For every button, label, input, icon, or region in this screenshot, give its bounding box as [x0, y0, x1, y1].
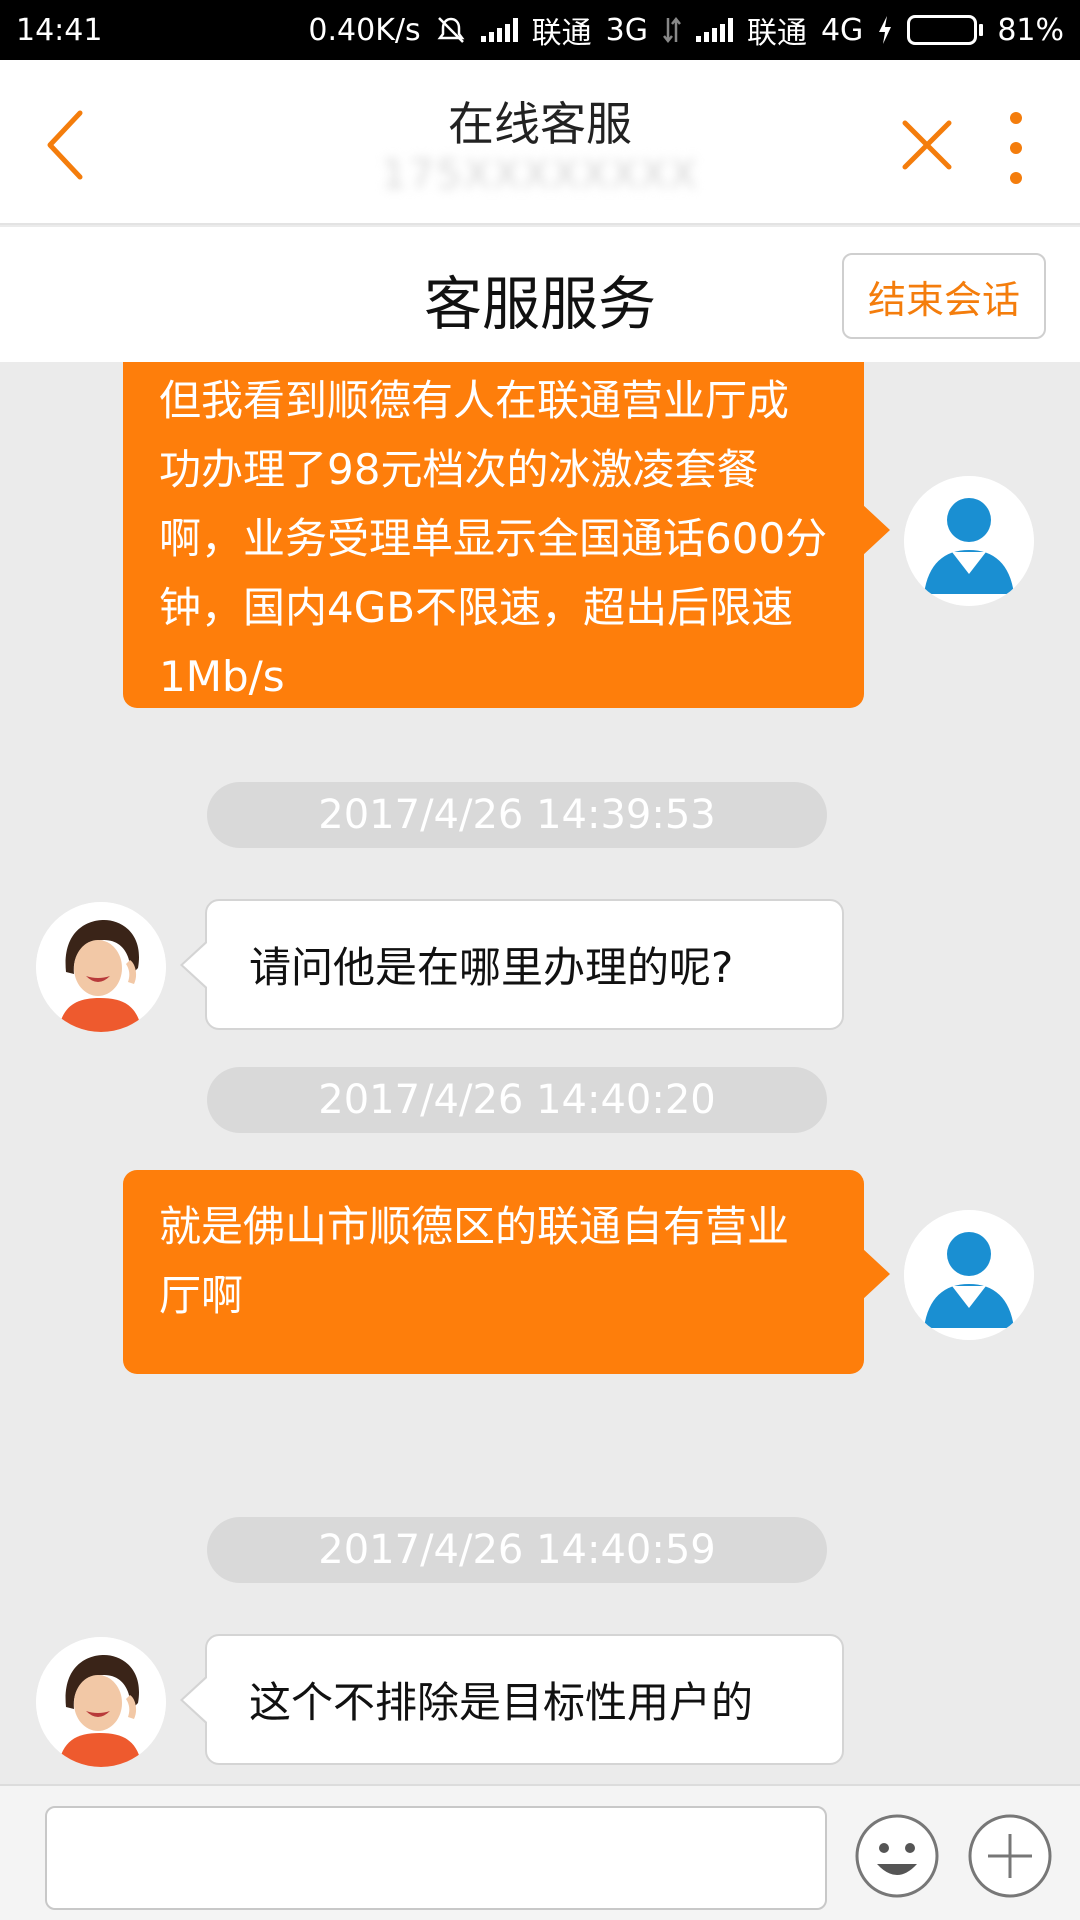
- network-type-2: 4G: [820, 12, 864, 48]
- user-avatar-icon: [904, 476, 1034, 606]
- user-message-bubble: 就是佛山市顺德区的联通自有营业厅啊: [123, 1170, 890, 1374]
- message-text: 这个不排除是目标性用户的: [249, 1678, 754, 1727]
- battery-icon: [907, 15, 984, 45]
- status-time: 14:41: [16, 12, 103, 48]
- signal-icon: [695, 18, 733, 42]
- net-speed: 0.40K/s: [308, 12, 421, 48]
- message-text: 但我看到顺德有人在联通营业厅成功办理了98元档次的冰激凌套餐啊，业务受理单显示全…: [159, 376, 828, 701]
- status-bar: 14:41 0.40K/s 联通 3G 联通 4G 81%: [0, 0, 1080, 60]
- input-bar: [0, 1784, 1080, 1920]
- close-icon[interactable]: [897, 115, 957, 175]
- agent-message-bubble: 请问他是在哪里办理的呢?: [180, 899, 844, 1030]
- end-session-button[interactable]: 结束会话: [842, 253, 1046, 339]
- title-bar: 在线客服 175XXXXXXXX: [0, 60, 1080, 225]
- more-vertical-icon[interactable]: [1000, 108, 1032, 188]
- data-transfer-icon: [662, 16, 681, 44]
- mute-icon: [437, 17, 465, 43]
- message-timestamp: 2017/4/26 14:40:20: [207, 1067, 827, 1133]
- user-avatar-icon: [904, 1210, 1034, 1340]
- plus-icon[interactable]: [966, 1812, 1054, 1900]
- message-input[interactable]: [45, 1806, 827, 1910]
- carrier-1: 联通: [531, 16, 592, 51]
- message-text: 就是佛山市顺德区的联通自有营业厅啊: [159, 1202, 790, 1320]
- battery-percent: 81%: [997, 12, 1064, 48]
- chat-area[interactable]: 但我看到顺德有人在联通营业厅成功办理了98元档次的冰激凌套餐啊，业务受理单显示全…: [0, 362, 1080, 1784]
- message-timestamp: 2017/4/26 14:40:59: [207, 1517, 827, 1583]
- charging-icon: [879, 16, 892, 44]
- emoji-icon[interactable]: [853, 1812, 941, 1900]
- message-timestamp: 2017/4/26 14:39:53: [207, 782, 827, 848]
- user-message-bubble: 但我看到顺德有人在联通营业厅成功办理了98元档次的冰激凌套餐啊，业务受理单显示全…: [123, 362, 890, 708]
- agent-avatar-icon: [36, 1637, 166, 1767]
- message-text: 请问他是在哪里办理的呢?: [249, 943, 734, 992]
- network-type-1: 3G: [605, 12, 648, 48]
- agent-message-bubble: 这个不排除是目标性用户的: [180, 1634, 844, 1765]
- carrier-2: 联通: [746, 16, 807, 51]
- signal-icon: [480, 18, 518, 42]
- agent-avatar-icon: [36, 902, 166, 1032]
- service-bar: 客服服务 结束会话: [0, 227, 1080, 362]
